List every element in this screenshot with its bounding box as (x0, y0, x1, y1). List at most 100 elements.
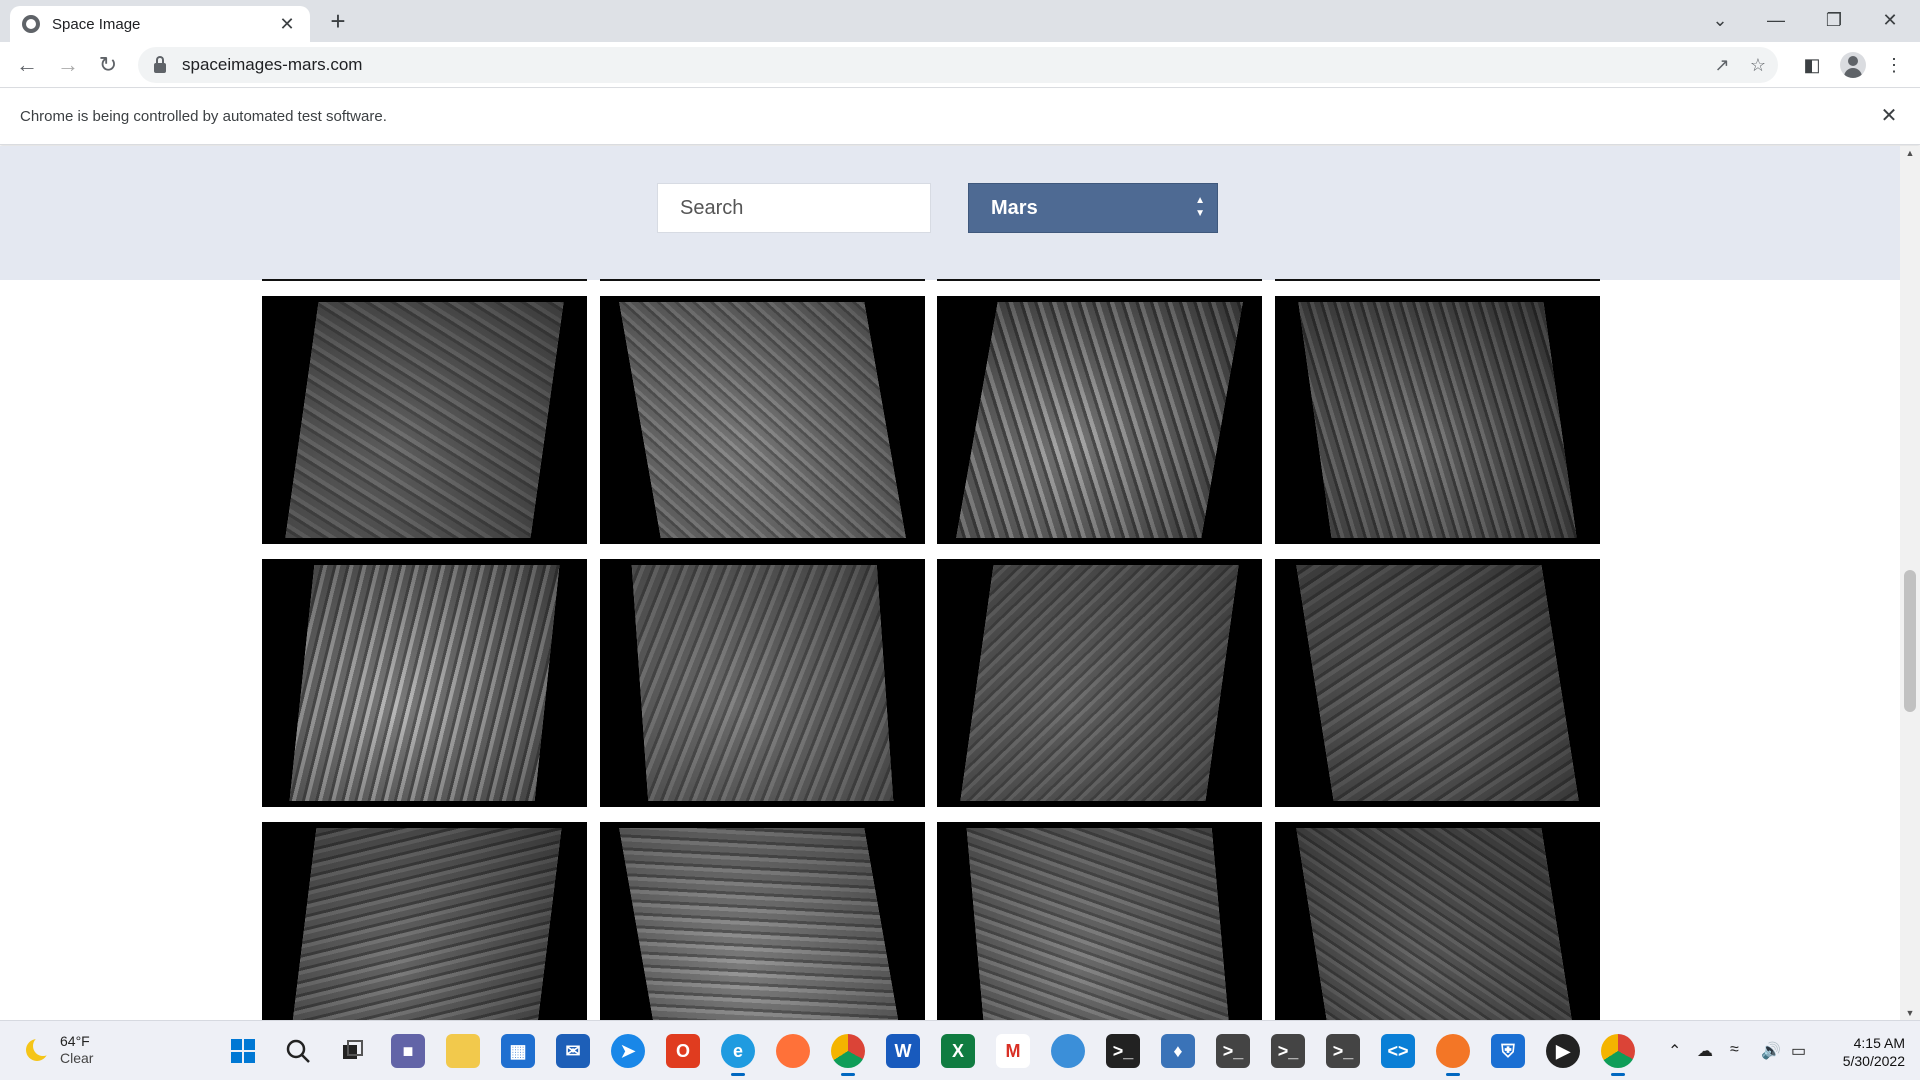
page-scrollbar[interactable]: ▲ ▼ (1900, 146, 1920, 1020)
teams-chat-icon[interactable]: ■ (391, 1034, 425, 1068)
task-view-icon[interactable] (336, 1034, 370, 1068)
globe-app-icon[interactable] (1051, 1034, 1085, 1068)
gallery-image-card[interactable] (1275, 822, 1600, 1020)
shield-icon[interactable]: ⛨ (1491, 1034, 1525, 1068)
mail-icon[interactable]: ✉ (556, 1034, 590, 1068)
wifi-icon[interactable]: ≈ (1730, 1041, 1739, 1059)
close-window-button[interactable]: ✕ (1862, 0, 1918, 42)
chrome-active-icon[interactable] (1601, 1034, 1635, 1076)
menu-dots-icon[interactable]: ⋮ (1880, 51, 1908, 79)
gallery-image-card[interactable] (262, 559, 587, 807)
infobar-message: Chrome is being controlled by automated … (20, 108, 387, 125)
url-text: spaceimages-mars.com (182, 55, 363, 74)
mars-terrain-image (289, 565, 560, 801)
gallery-divider (1275, 279, 1600, 281)
gallery-divider (600, 279, 925, 281)
chrome-icon[interactable] (831, 1034, 865, 1076)
gallery-image-card[interactable] (600, 822, 925, 1020)
tab-close-icon[interactable]: ✕ (276, 14, 298, 35)
mars-terrain-image (956, 302, 1243, 538)
mars-terrain-image (1298, 302, 1577, 538)
gallery-image-card[interactable] (262, 822, 587, 1020)
mars-terrain-image (619, 828, 906, 1020)
new-tab-button[interactable]: + (322, 6, 354, 38)
filter-bar: Mars ▲▼ (0, 146, 1900, 280)
gallery-divider (262, 279, 587, 281)
excel-icon[interactable]: X (941, 1034, 975, 1068)
gallery-image-card[interactable] (1275, 296, 1600, 544)
volume-icon[interactable]: 🔊 (1761, 1041, 1781, 1061)
gallery-image-card[interactable] (262, 296, 587, 544)
mars-terrain-image (287, 828, 562, 1020)
scroll-up-arrow-icon[interactable]: ▲ (1900, 148, 1920, 158)
battery-icon[interactable]: ▭ (1791, 1041, 1806, 1061)
search-input[interactable] (657, 183, 931, 233)
gallery-image-card[interactable] (937, 822, 1262, 1020)
automation-infobar: Chrome is being controlled by automated … (0, 89, 1920, 145)
weather-temperature: 64°F (60, 1033, 90, 1049)
gallery-image-card[interactable] (600, 559, 925, 807)
word-icon[interactable]: W (886, 1034, 920, 1068)
weather-widget[interactable]: 64°F Clear (26, 1033, 93, 1067)
file-explorer-icon[interactable] (446, 1034, 480, 1068)
search-icon[interactable] (281, 1034, 315, 1068)
mars-terrain-image (1296, 828, 1579, 1020)
mars-terrain-image (966, 828, 1233, 1020)
gallery-image-card[interactable] (937, 559, 1262, 807)
media-player-icon[interactable]: ▶ (1546, 1034, 1580, 1068)
scroll-down-arrow-icon[interactable]: ▼ (1900, 1008, 1920, 1018)
tab-title: Space Image (52, 15, 141, 33)
planet-select[interactable]: Mars ▲ ▼ (968, 183, 1218, 233)
system-clock[interactable]: 4:15 AM 5/30/2022 (1815, 1034, 1905, 1070)
office-icon[interactable]: O (666, 1034, 700, 1068)
side-panel-icon[interactable]: ◧ (1798, 51, 1826, 79)
gmail-icon[interactable]: M (996, 1034, 1030, 1068)
mars-terrain-image (1296, 565, 1579, 801)
firefox-icon[interactable] (776, 1034, 810, 1068)
command-prompt-icon[interactable]: >_ (1216, 1034, 1250, 1068)
back-arrow-icon[interactable]: ← (13, 51, 41, 79)
windows-start-icon[interactable] (226, 1034, 260, 1068)
share-icon[interactable]: ↗ (1710, 53, 1734, 77)
app-blue-icon[interactable]: ➤ (611, 1034, 645, 1068)
edge-icon[interactable]: e (721, 1034, 755, 1076)
forward-arrow-icon[interactable]: → (54, 51, 82, 79)
infobar-close-icon[interactable]: ✕ (1876, 103, 1902, 129)
reload-icon[interactable]: ↻ (94, 51, 122, 79)
taskbar: 64°F Clear ■ ▦ ✉ ➤ O e W X M >_ ♦ >_ >_ … (0, 1020, 1920, 1080)
command-prompt-icon[interactable]: >_ (1271, 1034, 1305, 1068)
weather-condition: Clear (60, 1050, 94, 1066)
terminal-icon[interactable]: >_ (1106, 1034, 1140, 1068)
mars-terrain-image (631, 565, 894, 801)
mars-terrain-image (619, 302, 906, 538)
onedrive-cloud-icon[interactable]: ☁ (1697, 1041, 1713, 1061)
command-prompt-icon[interactable]: >_ (1326, 1034, 1360, 1068)
clock-date: 5/30/2022 (1842, 1053, 1905, 1069)
bookmark-star-icon[interactable]: ☆ (1746, 53, 1770, 77)
jupyter-icon[interactable] (1436, 1034, 1470, 1076)
scrollbar-thumb[interactable] (1904, 570, 1916, 712)
clock-time: 4:15 AM (1853, 1035, 1905, 1051)
vscode-icon[interactable]: <> (1381, 1034, 1415, 1068)
browser-tab[interactable]: Space Image ✕ (10, 6, 310, 42)
tab-strip: Space Image ✕ + ⌄ — ❐ ✕ (0, 0, 1920, 42)
gallery-image-card[interactable] (600, 296, 925, 544)
tab-search-icon[interactable]: ⌄ (1692, 0, 1748, 42)
globe-icon (22, 15, 40, 33)
python-icon[interactable]: ♦ (1161, 1034, 1195, 1068)
gallery-image-card[interactable] (1275, 559, 1600, 807)
gallery-image-card[interactable] (937, 296, 1262, 544)
gallery-divider (937, 279, 1262, 281)
select-arrows-icon: ▲ ▼ (1195, 195, 1205, 219)
lock-icon (154, 56, 166, 73)
browser-toolbar: ← → ↻ spaceimages-mars.com ↗ ☆ ◧ ⋮ (0, 42, 1920, 88)
restore-button[interactable]: ❐ (1806, 0, 1862, 42)
microsoft-store-icon[interactable]: ▦ (501, 1034, 535, 1068)
planet-select-value: Mars (991, 197, 1038, 219)
address-bar[interactable]: spaceimages-mars.com ↗ ☆ (138, 47, 1778, 83)
tray-overflow-chevron-icon[interactable]: ⌃ (1668, 1041, 1681, 1061)
moon-icon (26, 1036, 53, 1061)
page-viewport: Mars ▲▼ (0, 146, 1900, 1020)
profile-avatar-icon[interactable] (1840, 52, 1866, 78)
minimize-button[interactable]: — (1748, 0, 1804, 42)
